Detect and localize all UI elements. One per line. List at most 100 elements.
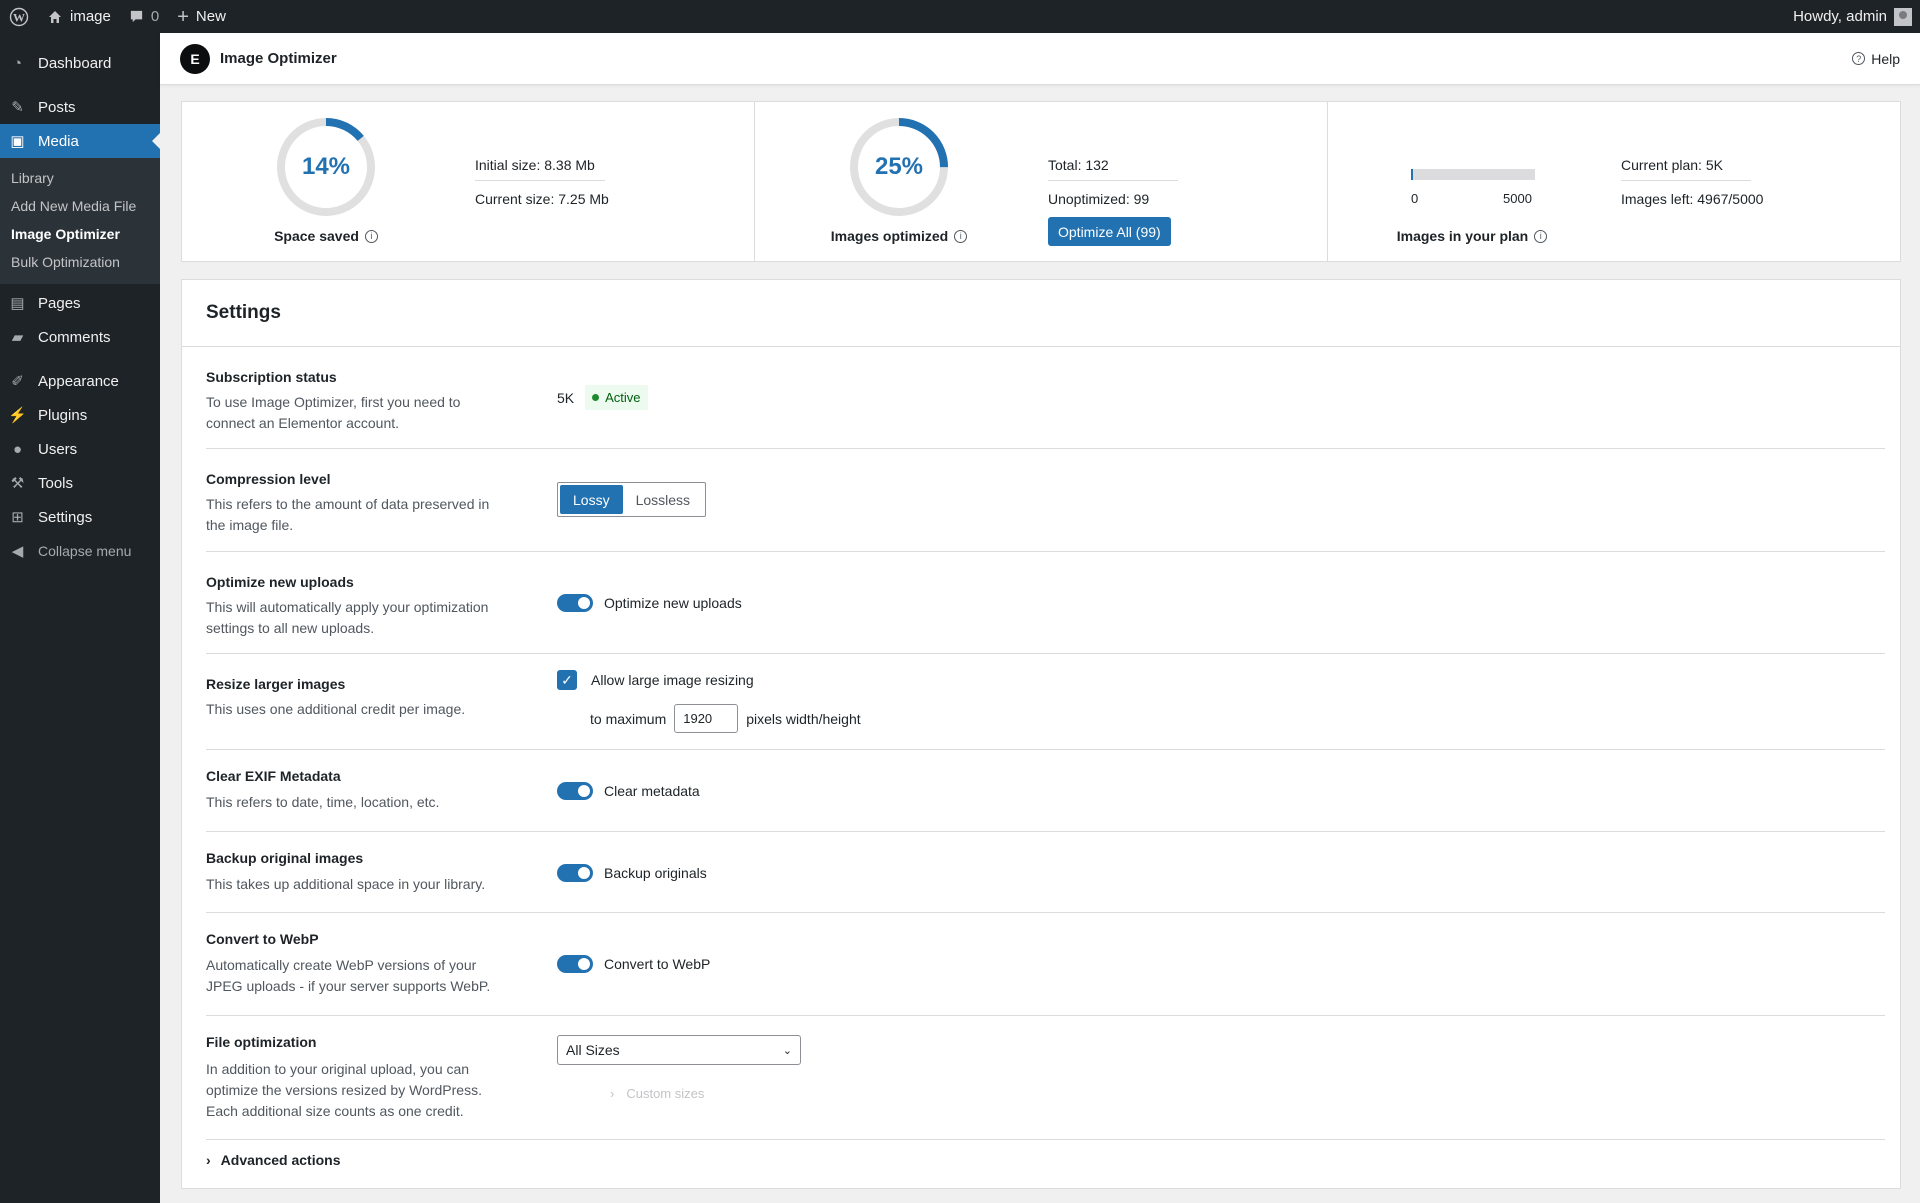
collapse-menu-button[interactable]: ◀ Collapse menu xyxy=(0,534,160,568)
media-submenu: Library Add New Media File Image Optimiz… xyxy=(0,158,160,284)
submenu-add-new-media[interactable]: Add New Media File xyxy=(0,192,160,220)
collapse-icon: ◀ xyxy=(11,543,24,560)
space-saved-percent: 14% xyxy=(301,153,351,180)
plan-label: Images in your plan i xyxy=(1328,228,1616,244)
sidebar-item-media[interactable]: ▣ Media xyxy=(0,124,160,158)
wordpress-icon: W xyxy=(9,7,29,26)
comments-icon: ▰ xyxy=(11,329,24,346)
clear-metadata-toggle[interactable] xyxy=(557,782,593,800)
sidebar-item-label: Tools xyxy=(38,474,74,492)
toggle-label: Convert to WebP xyxy=(604,956,711,972)
row-desc: This will automatically apply your optim… xyxy=(206,599,489,636)
site-name-link[interactable]: image xyxy=(38,0,120,33)
space-saved-label: Space saved i xyxy=(182,228,470,244)
sidebar-item-settings[interactable]: ⊞ Settings xyxy=(0,500,160,534)
plan-name: 5K xyxy=(557,389,575,406)
row-title: Backup original images xyxy=(206,850,364,866)
sidebar-item-posts[interactable]: ✎ Posts xyxy=(0,90,160,124)
sizes-select[interactable]: All Sizes ⌄ xyxy=(557,1035,801,1065)
advanced-label: Advanced actions xyxy=(220,1152,341,1168)
new-content-link[interactable]: + New xyxy=(168,0,235,33)
info-icon[interactable]: i xyxy=(954,229,968,243)
file-optimization-row: File optimization In addition to your or… xyxy=(206,1016,1885,1140)
account-menu[interactable]: Howdy, admin xyxy=(1784,0,1920,33)
sidebar-item-label: Appearance xyxy=(38,372,119,390)
row-title: File optimization xyxy=(206,1034,317,1050)
status-badge: Active xyxy=(585,385,648,410)
row-desc: This refers to the amount of data preser… xyxy=(206,496,490,533)
submenu-image-optimizer[interactable]: Image Optimizer xyxy=(0,220,160,248)
admin-bar: W image 0 + New Howdy, admin xyxy=(0,0,1920,33)
stat-label-text: Images in your plan xyxy=(1396,228,1529,244)
images-optimized-percent: 25% xyxy=(874,153,924,180)
current-size: Current size: 7.25 Mb xyxy=(475,191,609,207)
unoptimized-images: Unoptimized: 99 xyxy=(1048,191,1150,207)
sidebar-item-users[interactable]: ● Users xyxy=(0,432,160,466)
compression-control: Lossy Lossless xyxy=(557,482,707,517)
lossless-option[interactable]: Lossless xyxy=(623,485,703,514)
file-opt-control: All Sizes ⌄ xyxy=(557,1035,801,1065)
settings-card: Settings Subscription status To use Imag… xyxy=(181,279,1901,1189)
wordpress-logo-button[interactable]: W xyxy=(0,0,38,33)
page-title: Image Optimizer xyxy=(220,50,337,67)
resize-suffix: pixels width/height xyxy=(746,710,861,727)
row-desc: In addition to your original upload, you… xyxy=(206,1061,482,1119)
sidebar-item-pages[interactable]: ▤ Pages xyxy=(0,286,160,320)
backup-originals-toggle[interactable] xyxy=(557,864,593,882)
backup-control: Backup originals xyxy=(557,864,707,882)
resize-checkbox[interactable]: ✓ xyxy=(557,670,577,690)
media-icon: ▣ xyxy=(10,133,25,150)
settings-icon: ⊞ xyxy=(11,509,24,526)
convert-webp-toggle[interactable] xyxy=(557,955,593,973)
lossy-option[interactable]: Lossy xyxy=(560,485,623,514)
row-desc: To use Image Optimizer, first you need t… xyxy=(206,394,461,431)
comment-icon xyxy=(130,10,142,23)
webp-row: Convert to WebP Automatically create Web… xyxy=(206,913,1885,1016)
submenu-library[interactable]: Library xyxy=(0,164,160,192)
backup-row: Backup original images This takes up add… xyxy=(206,832,1885,913)
select-value: All Sizes xyxy=(566,1042,620,1058)
settings-title: Settings xyxy=(182,280,1900,347)
row-desc: This refers to date, time, location, etc… xyxy=(206,794,440,810)
help-button[interactable]: ? Help xyxy=(1852,51,1900,67)
sidebar-item-tools[interactable]: ⚒ Tools xyxy=(0,466,160,500)
row-title: Optimize new uploads xyxy=(206,574,354,590)
sidebar-item-dashboard[interactable]: ◔ Dashboard xyxy=(0,46,160,80)
stats-panel: 14% Space saved i Initial size: 8.38 Mb … xyxy=(181,101,1901,262)
resize-prefix: to maximum xyxy=(590,710,667,727)
sidebar-item-label: Users xyxy=(38,440,78,458)
plus-icon: + xyxy=(177,5,189,28)
admin-sidebar: ◔ Dashboard ✎ Posts ▣ Media Library Add … xyxy=(0,33,160,1203)
subscription-row: Subscription status To use Image Optimiz… xyxy=(206,347,1885,449)
sidebar-item-label: Media xyxy=(38,132,79,150)
custom-sizes-label: Custom sizes xyxy=(626,1086,705,1101)
exif-row: Clear EXIF Metadata This refers to date,… xyxy=(206,750,1885,832)
chevron-right-icon: › xyxy=(206,1152,211,1168)
brush-icon: ✐ xyxy=(11,373,24,390)
comments-link[interactable]: 0 xyxy=(120,0,168,33)
advanced-actions-toggle[interactable]: › Advanced actions xyxy=(206,1152,341,1168)
optimize-uploads-control: Optimize new uploads xyxy=(557,594,742,612)
images-left: Images left: 4967/5000 xyxy=(1621,191,1764,207)
webp-control: Convert to WebP xyxy=(557,955,710,973)
sidebar-item-comments[interactable]: ▰ Comments xyxy=(0,320,160,354)
row-desc: This uses one additional credit per imag… xyxy=(206,701,466,717)
sidebar-item-plugins[interactable]: ⚡ Plugins xyxy=(0,398,160,432)
optimize-uploads-row: Optimize new uploads This will automatic… xyxy=(206,552,1885,654)
info-icon[interactable]: i xyxy=(1534,229,1548,243)
comments-count: 0 xyxy=(150,8,160,25)
space-saved-card: 14% Space saved i Initial size: 8.38 Mb … xyxy=(182,102,755,261)
sidebar-item-appearance[interactable]: ✐ Appearance xyxy=(0,364,160,398)
resize-row: Resize larger images This uses one addit… xyxy=(206,654,1885,750)
plugin-icon: ⚡ xyxy=(8,407,27,424)
elementor-logo-icon: E xyxy=(180,43,210,74)
submenu-bulk-optimization[interactable]: Bulk Optimization xyxy=(0,248,160,276)
row-title: Resize larger images xyxy=(206,676,346,692)
optimize-all-button[interactable]: Optimize All (99) xyxy=(1048,217,1171,246)
page-header: E Image Optimizer ? Help xyxy=(160,33,1920,85)
optimize-uploads-toggle[interactable] xyxy=(557,594,593,612)
info-icon[interactable]: i xyxy=(364,229,378,243)
toggle-label: Clear metadata xyxy=(604,783,700,799)
sidebar-item-label: Dashboard xyxy=(38,54,112,72)
max-size-input[interactable] xyxy=(674,704,739,733)
